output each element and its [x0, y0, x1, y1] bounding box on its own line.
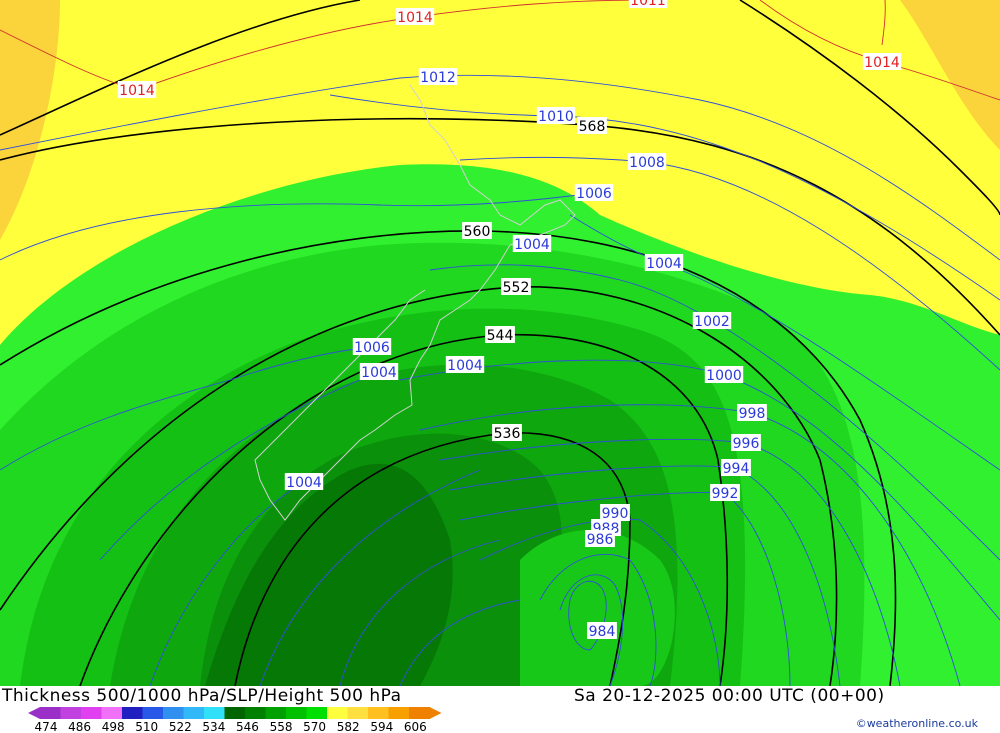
isobar-label: 1006	[352, 338, 392, 356]
legend-swatch	[163, 707, 184, 719]
legend-swatch	[347, 707, 369, 719]
legend-swatch	[245, 707, 266, 719]
svg-text:1010: 1010	[538, 109, 574, 125]
height-contour-label: 560	[462, 222, 492, 240]
isobar-label: 1004	[284, 473, 324, 491]
isobar-label: 1004	[644, 254, 684, 272]
isobar-label: 986	[585, 530, 615, 548]
legend-tick-label: 534	[202, 720, 225, 733]
legend-swatch	[122, 707, 143, 719]
height-contour-label: 544	[485, 326, 515, 344]
legend-swatch	[60, 707, 82, 719]
isobar-label: 1004	[512, 235, 552, 253]
legend-tick-label: 570	[303, 720, 326, 733]
svg-text:1014: 1014	[864, 55, 900, 71]
legend-swatch	[81, 707, 102, 719]
isobar-label: 994	[721, 459, 751, 477]
isobar-label: 1000	[704, 366, 744, 384]
isobar-label: 1010	[536, 107, 576, 125]
svg-text:536: 536	[494, 426, 521, 442]
height-contour-label: 552	[501, 278, 531, 296]
svg-text:1012: 1012	[420, 70, 456, 86]
legend-tick-label: 582	[337, 720, 360, 733]
svg-text:568: 568	[579, 119, 606, 135]
legend-tick-label: 594	[370, 720, 393, 733]
svg-text:996: 996	[733, 436, 760, 452]
isobar-label: 996	[731, 434, 761, 452]
svg-text:1004: 1004	[286, 475, 322, 491]
isobar-label: 1004	[359, 363, 399, 381]
legend-tick-label: 522	[169, 720, 192, 733]
legend-swatch	[183, 707, 205, 719]
isobar-label: 992	[710, 484, 740, 502]
svg-text:992: 992	[712, 486, 739, 502]
isobar-label: 1002	[692, 312, 732, 330]
isobar-label: 1014	[862, 53, 902, 71]
svg-text:1006: 1006	[354, 340, 390, 356]
height-contour-label: 536	[492, 424, 522, 442]
legend-tick-label: 486	[68, 720, 91, 733]
svg-text:1004: 1004	[514, 237, 550, 253]
legend-swatch	[204, 707, 225, 719]
legend-arrow-right	[429, 707, 442, 719]
legend-tick-label: 474	[35, 720, 58, 733]
legend-tick-label: 606	[404, 720, 427, 733]
isobar-label: 1014	[395, 8, 435, 26]
isobar-label: 1006	[574, 184, 614, 202]
svg-text:1006: 1006	[576, 186, 612, 202]
legend-swatch	[265, 707, 287, 719]
map-datetime: Sa 20-12-2025 00:00 UTC (00+00)	[574, 686, 885, 706]
legend-arrow-left	[28, 707, 40, 719]
legend-bar	[28, 707, 442, 719]
svg-text:1002: 1002	[694, 314, 730, 330]
svg-text:1004: 1004	[447, 358, 483, 374]
legend-tick-label: 498	[102, 720, 125, 733]
svg-text:1011: 1011	[630, 0, 666, 9]
legend-swatch	[40, 707, 61, 719]
legend-swatch	[306, 707, 328, 719]
svg-text:1014: 1014	[397, 10, 433, 26]
legend-ticks: 474 486 498 510 522 534 546 558 570 582 594 606	[35, 720, 427, 733]
isobar-label: 984	[587, 622, 617, 640]
svg-text:986: 986	[587, 532, 614, 548]
legend-swatch	[101, 707, 123, 719]
svg-text:1008: 1008	[629, 155, 665, 171]
height-contour-label: 568	[577, 117, 607, 135]
legend-swatch	[286, 707, 307, 719]
isobar-label: 1011	[628, 0, 668, 9]
legend-swatch	[224, 707, 246, 719]
svg-text:998: 998	[739, 406, 766, 422]
color-legend: 474 486 498 510 522 534 546 558 570 582 594 606	[28, 707, 442, 733]
legend-swatch	[368, 707, 389, 719]
isobar-label: 1004	[445, 356, 485, 374]
legend-swatch	[327, 707, 348, 719]
legend-tick-label: 558	[270, 720, 293, 733]
svg-text:552: 552	[503, 280, 530, 296]
svg-text:994: 994	[723, 461, 750, 477]
svg-text:984: 984	[589, 624, 616, 640]
map-footer: Thickness 500/1000 hPa/SLP/Height 500 hP…	[0, 686, 1000, 733]
svg-text:1014: 1014	[119, 83, 155, 99]
svg-text:1004: 1004	[646, 256, 682, 272]
svg-text:1004: 1004	[361, 365, 397, 381]
svg-text:544: 544	[487, 328, 514, 344]
credit-text: ©weatheronline.co.uk	[855, 717, 978, 730]
svg-text:560: 560	[464, 224, 491, 240]
legend-tick-label: 546	[236, 720, 259, 733]
svg-text:1000: 1000	[706, 368, 742, 384]
isobar-label: 1012	[418, 68, 458, 86]
isobar-label: 1008	[627, 153, 667, 171]
legend-tick-label: 510	[135, 720, 158, 733]
legend-swatch	[388, 707, 410, 719]
isobar-label: 998	[737, 404, 767, 422]
legend-swatch	[409, 707, 430, 719]
weather-map: 1014 1014 1014 1011 1012 1010 1008 1006 1004 1004…	[0, 0, 1000, 686]
isobar-label: 1014	[117, 81, 157, 99]
legend-swatch	[142, 707, 164, 719]
